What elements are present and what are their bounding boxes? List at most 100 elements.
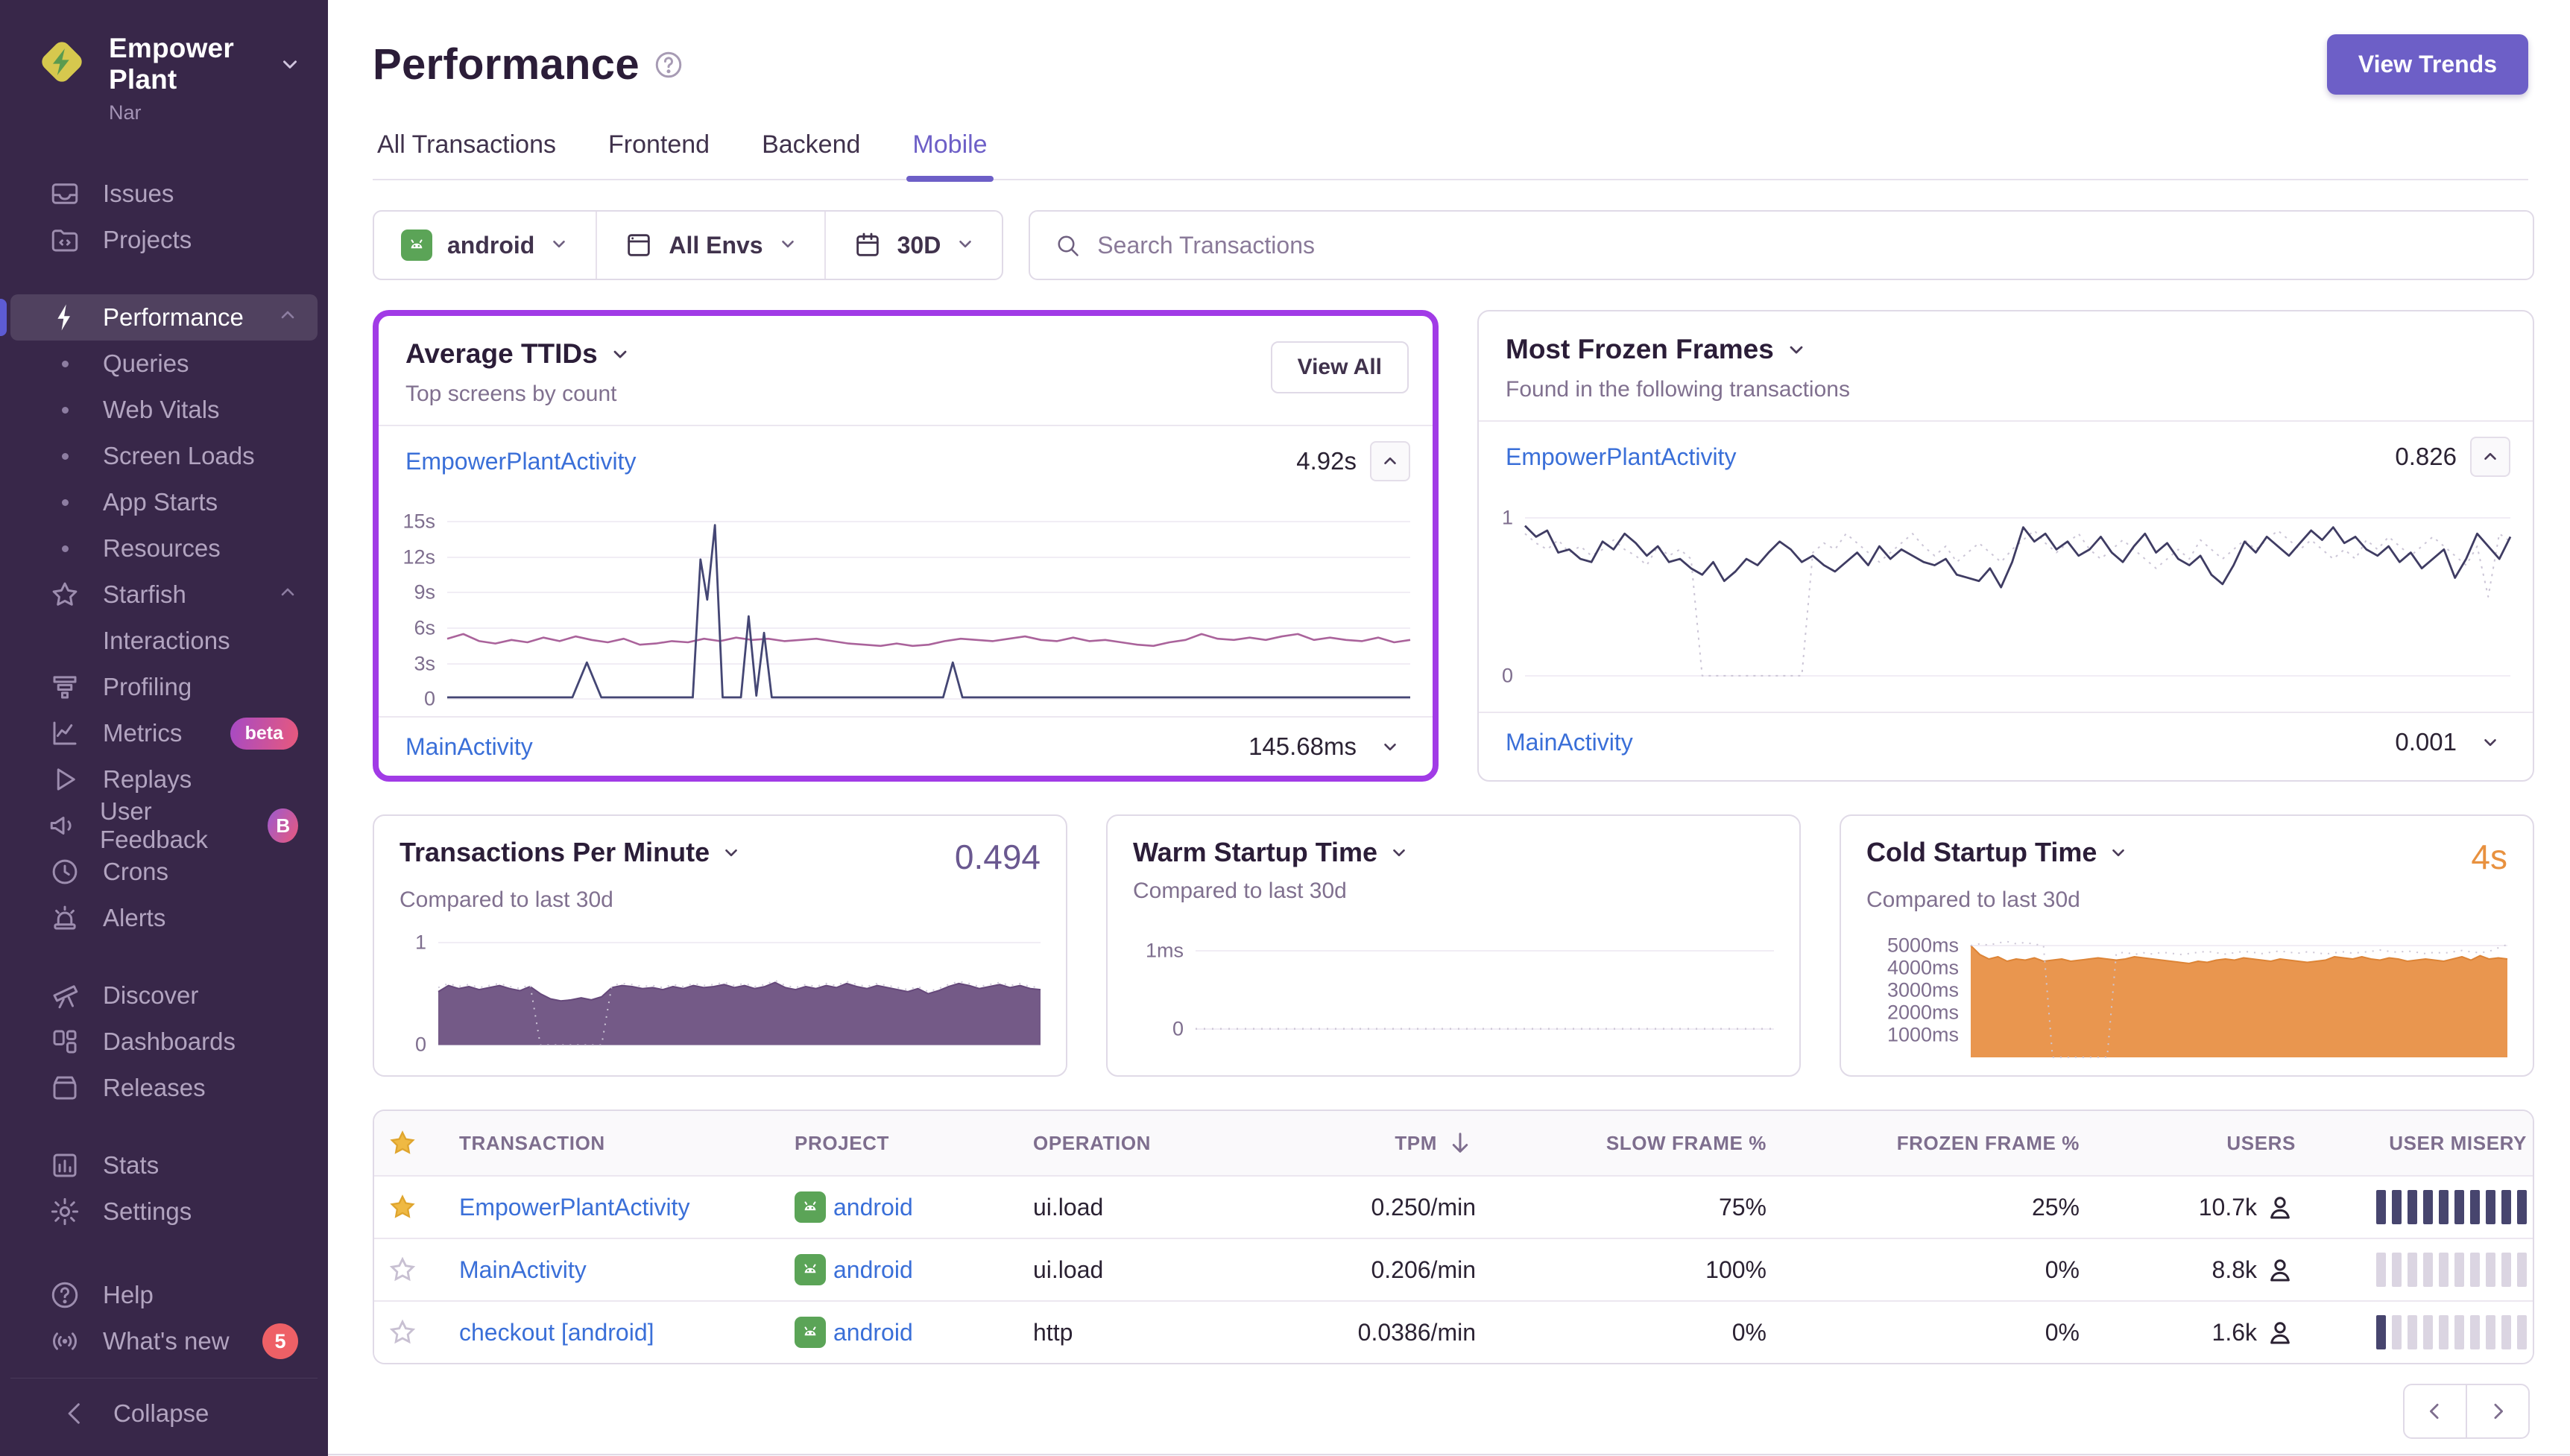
star-column-icon[interactable] bbox=[388, 1128, 417, 1158]
sidebar-item-stats[interactable]: Stats bbox=[10, 1142, 318, 1188]
collapse-button[interactable]: Collapse bbox=[21, 1390, 307, 1437]
play-icon bbox=[49, 764, 80, 795]
search-input[interactable] bbox=[1097, 232, 2509, 259]
chevron-down-icon[interactable] bbox=[1786, 339, 1807, 360]
sidebar-item-user-feedback[interactable]: User FeedbackB bbox=[10, 803, 318, 849]
sidebar-item-issues[interactable]: Issues bbox=[10, 171, 318, 217]
starred-icon[interactable] bbox=[388, 1192, 417, 1222]
transaction-link[interactable]: MainActivity bbox=[1506, 729, 1633, 756]
sidebar-item-what-s-new[interactable]: What's new5 bbox=[10, 1318, 318, 1364]
funnel-icon bbox=[49, 671, 80, 703]
frozen-frames-chart: 10 bbox=[1479, 492, 2533, 712]
column-header-users[interactable]: USERS bbox=[2093, 1132, 2309, 1155]
sidebar-item-app-starts[interactable]: App Starts bbox=[10, 479, 318, 525]
sidebar-item-performance[interactable]: Performance bbox=[10, 294, 318, 341]
help-icon[interactable] bbox=[653, 49, 684, 80]
android-project-icon bbox=[795, 1254, 826, 1285]
sidebar-item-resources[interactable]: Resources bbox=[10, 525, 318, 572]
sidebar-item-dashboards[interactable]: Dashboards bbox=[10, 1019, 318, 1065]
bullet-icon bbox=[62, 361, 69, 367]
sidebar-item-queries[interactable]: Queries bbox=[10, 341, 318, 387]
sidebar-item-help[interactable]: Help bbox=[10, 1272, 318, 1318]
page-filter-group: android All Envs 30D bbox=[373, 210, 1003, 280]
card-subtitle: Compared to last 30d bbox=[400, 887, 1041, 913]
unstarred-icon[interactable] bbox=[388, 1317, 417, 1347]
collapse-label: Collapse bbox=[113, 1399, 209, 1428]
card-subtitle: Compared to last 30d bbox=[1866, 887, 2507, 913]
most-frozen-frames-panel: Most Frozen Frames Found in the followin… bbox=[1477, 310, 2534, 782]
chevron-down-icon bbox=[956, 234, 975, 253]
transaction-link[interactable]: MainActivity bbox=[405, 733, 533, 761]
sidebar-item-label: Issues bbox=[103, 180, 174, 208]
accordion-row: MainActivity 0.001 bbox=[1479, 713, 2533, 771]
sidebar-item-interactions[interactable]: Interactions bbox=[10, 618, 318, 664]
tpm-cell: 0.250/min bbox=[1266, 1194, 1489, 1221]
bullet-icon bbox=[62, 545, 69, 552]
transaction-link[interactable]: EmpowerPlantActivity bbox=[405, 448, 636, 475]
project-link[interactable]: android bbox=[833, 1256, 913, 1284]
android-project-icon bbox=[401, 230, 432, 261]
sidebar-item-replays[interactable]: Replays bbox=[10, 756, 318, 803]
org-subtitle: Nar bbox=[109, 101, 301, 124]
unstarred-icon[interactable] bbox=[388, 1255, 417, 1285]
sidebar-item-label: Web Vitals bbox=[103, 396, 220, 424]
sidebar-item-web-vitals[interactable]: Web Vitals bbox=[10, 387, 318, 433]
tab-backend[interactable]: Backend bbox=[760, 120, 862, 179]
user-misery-bars bbox=[2323, 1315, 2527, 1349]
project-link[interactable]: android bbox=[833, 1194, 913, 1221]
column-header-tpm[interactable]: TPM bbox=[1266, 1127, 1489, 1159]
project-link[interactable]: android bbox=[833, 1319, 913, 1346]
sidebar-item-label: Performance bbox=[103, 303, 244, 332]
chevron-down-icon[interactable] bbox=[1389, 843, 1409, 862]
sidebar-item-metrics[interactable]: Metricsbeta bbox=[10, 710, 318, 756]
badge: beta bbox=[230, 718, 298, 750]
column-header-slow-frame[interactable]: SLOW FRAME % bbox=[1489, 1132, 1780, 1155]
expand-row-button[interactable] bbox=[2470, 732, 2510, 752]
collapse-row-button[interactable] bbox=[2470, 437, 2510, 477]
sidebar-item-profiling[interactable]: Profiling bbox=[10, 664, 318, 710]
operation-cell: ui.load bbox=[1020, 1194, 1266, 1221]
column-header-project[interactable]: PROJECT bbox=[781, 1132, 1020, 1155]
panel-title: Average TTIDs bbox=[405, 338, 598, 370]
sidebar-item-projects[interactable]: Projects bbox=[10, 217, 318, 263]
project-filter[interactable]: android bbox=[374, 212, 596, 279]
column-header-transaction[interactable]: TRANSACTION bbox=[446, 1132, 781, 1155]
sidebar-item-label: Settings bbox=[103, 1197, 192, 1226]
view-all-button[interactable]: View All bbox=[1271, 341, 1409, 393]
chevron-down-icon[interactable] bbox=[2109, 843, 2128, 862]
chevron-down-icon bbox=[549, 234, 569, 253]
sidebar-item-settings[interactable]: Settings bbox=[10, 1188, 318, 1235]
card-title: Warm Startup Time bbox=[1133, 837, 1377, 868]
view-trends-button[interactable]: View Trends bbox=[2327, 34, 2528, 95]
collapse-row-button[interactable] bbox=[1370, 441, 1410, 481]
tab-all-transactions[interactable]: All Transactions bbox=[376, 120, 558, 179]
sidebar-item-label: Queries bbox=[103, 349, 189, 378]
chevron-up-icon bbox=[277, 582, 298, 603]
sidebar-item-releases[interactable]: Releases bbox=[10, 1065, 318, 1111]
chevron-down-icon[interactable] bbox=[722, 843, 741, 862]
column-header-user-misery[interactable]: USER MISERY bbox=[2309, 1132, 2534, 1155]
expand-row-button[interactable] bbox=[1370, 737, 1410, 756]
transaction-link[interactable]: checkout [android] bbox=[459, 1319, 654, 1346]
column-header-frozen-frame[interactable]: FROZEN FRAME % bbox=[1780, 1132, 2093, 1155]
transaction-link[interactable]: MainActivity bbox=[459, 1256, 587, 1284]
column-header-operation[interactable]: OPERATION bbox=[1020, 1132, 1266, 1155]
previous-page-button[interactable] bbox=[2403, 1384, 2467, 1439]
sidebar-item-alerts[interactable]: Alerts bbox=[10, 895, 318, 941]
sidebar-item-screen-loads[interactable]: Screen Loads bbox=[10, 433, 318, 479]
question-icon bbox=[49, 1279, 80, 1311]
date-range-filter[interactable]: 30D bbox=[824, 212, 1003, 279]
tab-mobile[interactable]: Mobile bbox=[911, 120, 988, 179]
user-icon bbox=[2264, 1317, 2296, 1348]
chevron-down-icon[interactable] bbox=[610, 344, 631, 364]
transaction-link[interactable]: EmpowerPlantActivity bbox=[459, 1194, 689, 1221]
org-switcher[interactable]: Empower Plant Nar bbox=[0, 25, 328, 132]
tab-frontend[interactable]: Frontend bbox=[607, 120, 711, 179]
environment-filter[interactable]: All Envs bbox=[596, 212, 824, 279]
next-page-button[interactable] bbox=[2466, 1384, 2530, 1439]
transaction-link[interactable]: EmpowerPlantActivity bbox=[1506, 443, 1736, 471]
sidebar-item-starfish[interactable]: Starfish bbox=[10, 572, 318, 618]
sidebar-item-discover[interactable]: Discover bbox=[10, 972, 318, 1019]
calendar-icon bbox=[853, 230, 883, 260]
sidebar-item-crons[interactable]: Crons bbox=[10, 849, 318, 895]
